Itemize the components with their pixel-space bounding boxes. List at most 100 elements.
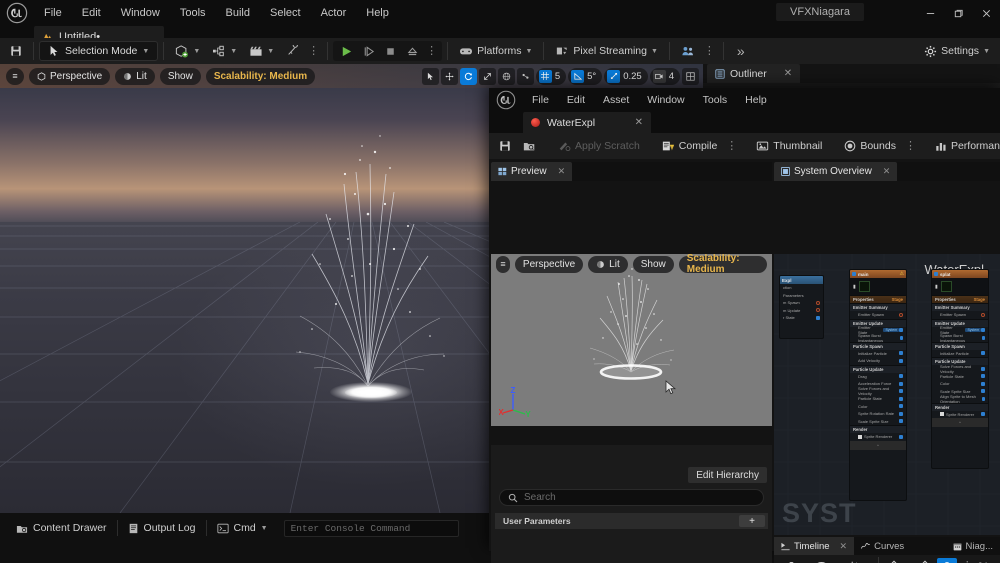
keyframe-icon[interactable]: ▼ xyxy=(884,558,913,563)
pixel-streaming-button[interactable]: Pixel Streaming ▼ xyxy=(549,41,663,61)
add-parameter-button[interactable]: + xyxy=(739,515,765,527)
multi-user-options-dots[interactable]: ⋮ xyxy=(701,45,718,57)
module-checkbox[interactable] xyxy=(899,358,903,363)
viewport-menu-button[interactable]: ≡ xyxy=(6,67,24,85)
search-input[interactable]: Search xyxy=(499,489,764,506)
module-checkbox[interactable] xyxy=(899,419,903,424)
output-log-button[interactable]: Output Log xyxy=(118,518,206,538)
module-row[interactable]: Spawn Burst Instantaneous xyxy=(850,333,906,343)
compile-button[interactable]: ! Compile xyxy=(656,136,724,157)
module-checkbox[interactable] xyxy=(899,389,903,394)
niagara-preview-viewport[interactable]: ≡ Perspective Lit Show Scalability: Medi… xyxy=(491,254,772,426)
viewport-lit-button[interactable]: Lit xyxy=(115,67,155,85)
emitter-enabled-checkbox[interactable] xyxy=(852,272,856,276)
module-row[interactable]: Initialize Particle xyxy=(932,350,988,358)
module-checkbox[interactable] xyxy=(899,411,903,416)
emitter-properties-row[interactable]: Properties Stage xyxy=(850,295,906,303)
compile-options-dots[interactable]: ⋮ xyxy=(723,140,740,152)
module-checkbox[interactable] xyxy=(899,374,903,379)
content-drawer-button[interactable]: Content Drawer xyxy=(6,518,117,538)
menu-build[interactable]: Build xyxy=(216,0,260,26)
module-row[interactable]: Color xyxy=(850,403,906,411)
preview-show-button[interactable]: Show xyxy=(632,255,674,273)
system-node-row[interactable]: m Update xyxy=(780,307,823,315)
close-icon[interactable]: ✕ xyxy=(883,166,891,177)
viewport-show-button[interactable]: Show xyxy=(159,67,201,85)
menu-file[interactable]: File xyxy=(34,0,72,26)
snap-magnet-icon[interactable] xyxy=(936,557,957,563)
section-render[interactable]: Render xyxy=(850,425,906,433)
scale-tool-icon[interactable] xyxy=(478,67,496,85)
niagara-menu-edit[interactable]: Edit xyxy=(558,88,594,112)
layout-icon[interactable] xyxy=(682,67,699,85)
preview-scalability-button[interactable]: Scalability: Medium xyxy=(678,254,767,275)
module-checkbox[interactable] xyxy=(899,396,903,401)
module-checkbox[interactable] xyxy=(981,381,985,386)
module-checkbox[interactable] xyxy=(981,374,985,379)
module-checkbox[interactable] xyxy=(981,366,985,371)
emitter-collapse-button[interactable]: ^ xyxy=(932,418,988,427)
module-checkbox[interactable] xyxy=(981,389,985,394)
bounds-button[interactable]: Bounds xyxy=(838,136,902,157)
module-row[interactable]: Sprite Renderer xyxy=(932,411,988,419)
module-row[interactable]: Drag xyxy=(850,373,906,381)
camera-speed-control[interactable]: 4 xyxy=(649,67,680,85)
viewport-scalability-button[interactable]: Scalability: Medium xyxy=(205,67,316,85)
close-icon[interactable]: ✕ xyxy=(558,166,566,177)
module-row[interactable]: Sprite Rotation Rate xyxy=(850,410,906,418)
selection-mode-button[interactable]: Selection Mode ▼ xyxy=(39,41,159,61)
wrench-icon[interactable]: ▼ xyxy=(779,558,809,563)
blueprints-button[interactable]: ▼ xyxy=(206,41,243,61)
module-checkbox[interactable] xyxy=(981,412,985,417)
viewport-perspective-button[interactable]: Perspective xyxy=(29,67,111,85)
toolbar-more-button[interactable]: » xyxy=(729,43,753,59)
close-button[interactable] xyxy=(972,0,1000,26)
system-node-row[interactable]: Parameters xyxy=(780,292,823,300)
step-button[interactable] xyxy=(357,41,379,61)
multi-user-button[interactable] xyxy=(675,41,701,61)
module-row[interactable]: Emitter Spawn xyxy=(850,311,906,319)
surface-snap-icon[interactable] xyxy=(516,67,534,85)
module-checkbox[interactable] xyxy=(981,328,985,333)
edit-hierarchy-button[interactable]: Edit Hierarchy xyxy=(688,467,767,483)
play-options-dots[interactable]: ⋮ xyxy=(423,45,440,57)
module-checkbox[interactable] xyxy=(816,315,820,320)
menu-actor[interactable]: Actor xyxy=(311,0,357,26)
module-checkbox[interactable] xyxy=(982,396,985,401)
module-toggle-icon[interactable] xyxy=(899,312,903,317)
save-button[interactable] xyxy=(493,136,517,157)
eye-icon[interactable]: ▼ xyxy=(811,558,841,563)
module-row[interactable]: Solve Forces and Velocity xyxy=(850,386,906,396)
world-coords-icon[interactable] xyxy=(497,67,515,85)
module-row[interactable]: Align Sprite to Mesh Orientation xyxy=(932,394,988,404)
tab-outliner[interactable]: Outliner ✕ xyxy=(707,64,801,83)
toolbar-overflow-dots[interactable]: ⋮ xyxy=(305,45,322,57)
save-level-button[interactable] xyxy=(4,41,28,61)
niagara-menu-window[interactable]: Window xyxy=(638,88,693,112)
niagara-menu-help[interactable]: Help xyxy=(736,88,776,112)
minimize-button[interactable] xyxy=(916,0,944,26)
module-checkbox[interactable] xyxy=(899,335,903,340)
module-row[interactable]: Solve Forces and Velocity xyxy=(932,364,988,374)
play-button[interactable] xyxy=(335,41,357,61)
module-checkbox[interactable] xyxy=(899,328,903,333)
module-row[interactable]: Spawn Burst Instantaneous xyxy=(932,333,988,343)
emitter-enabled-checkbox[interactable] xyxy=(934,272,938,276)
module-checkbox[interactable] xyxy=(899,404,903,409)
user-parameters-section[interactable]: User Parameters + xyxy=(495,513,768,529)
module-checkbox[interactable] xyxy=(981,351,985,356)
module-checkbox[interactable] xyxy=(899,381,903,386)
module-row[interactable]: Sprite Renderer xyxy=(850,433,906,441)
niagara-menu-file[interactable]: File xyxy=(523,88,558,112)
preview-menu-button[interactable]: ≡ xyxy=(496,255,510,273)
scale-snap-control[interactable]: 0.25 xyxy=(604,67,648,85)
tab-system-overview[interactable]: System Overview ✕ xyxy=(774,162,898,181)
interp-icon[interactable] xyxy=(915,558,935,563)
system-node-row[interactable]: ction xyxy=(780,284,823,292)
sequencer-key-button[interactable] xyxy=(280,41,305,61)
system-node-row[interactable]: m Spawn xyxy=(780,299,823,307)
preview-perspective-button[interactable]: Perspective xyxy=(514,255,584,273)
emitter-summary-row[interactable]: Emitter Summary xyxy=(932,303,988,311)
menu-help[interactable]: Help xyxy=(356,0,399,26)
cinematics-button[interactable]: ▼ xyxy=(243,41,280,61)
